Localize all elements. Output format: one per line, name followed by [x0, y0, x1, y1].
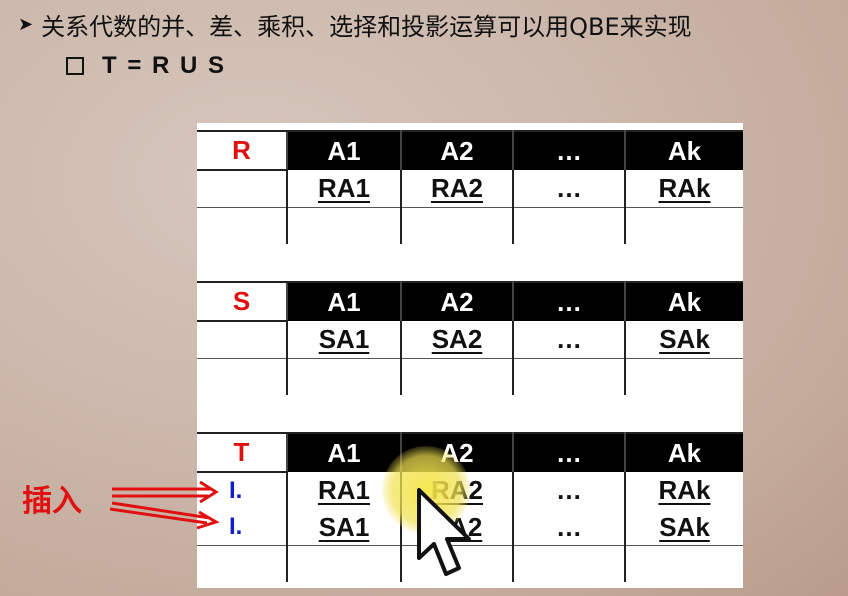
arrow-right-icon [109, 501, 220, 530]
arrow-right-icon [112, 480, 219, 504]
mouse-pointer-icon [417, 488, 471, 576]
